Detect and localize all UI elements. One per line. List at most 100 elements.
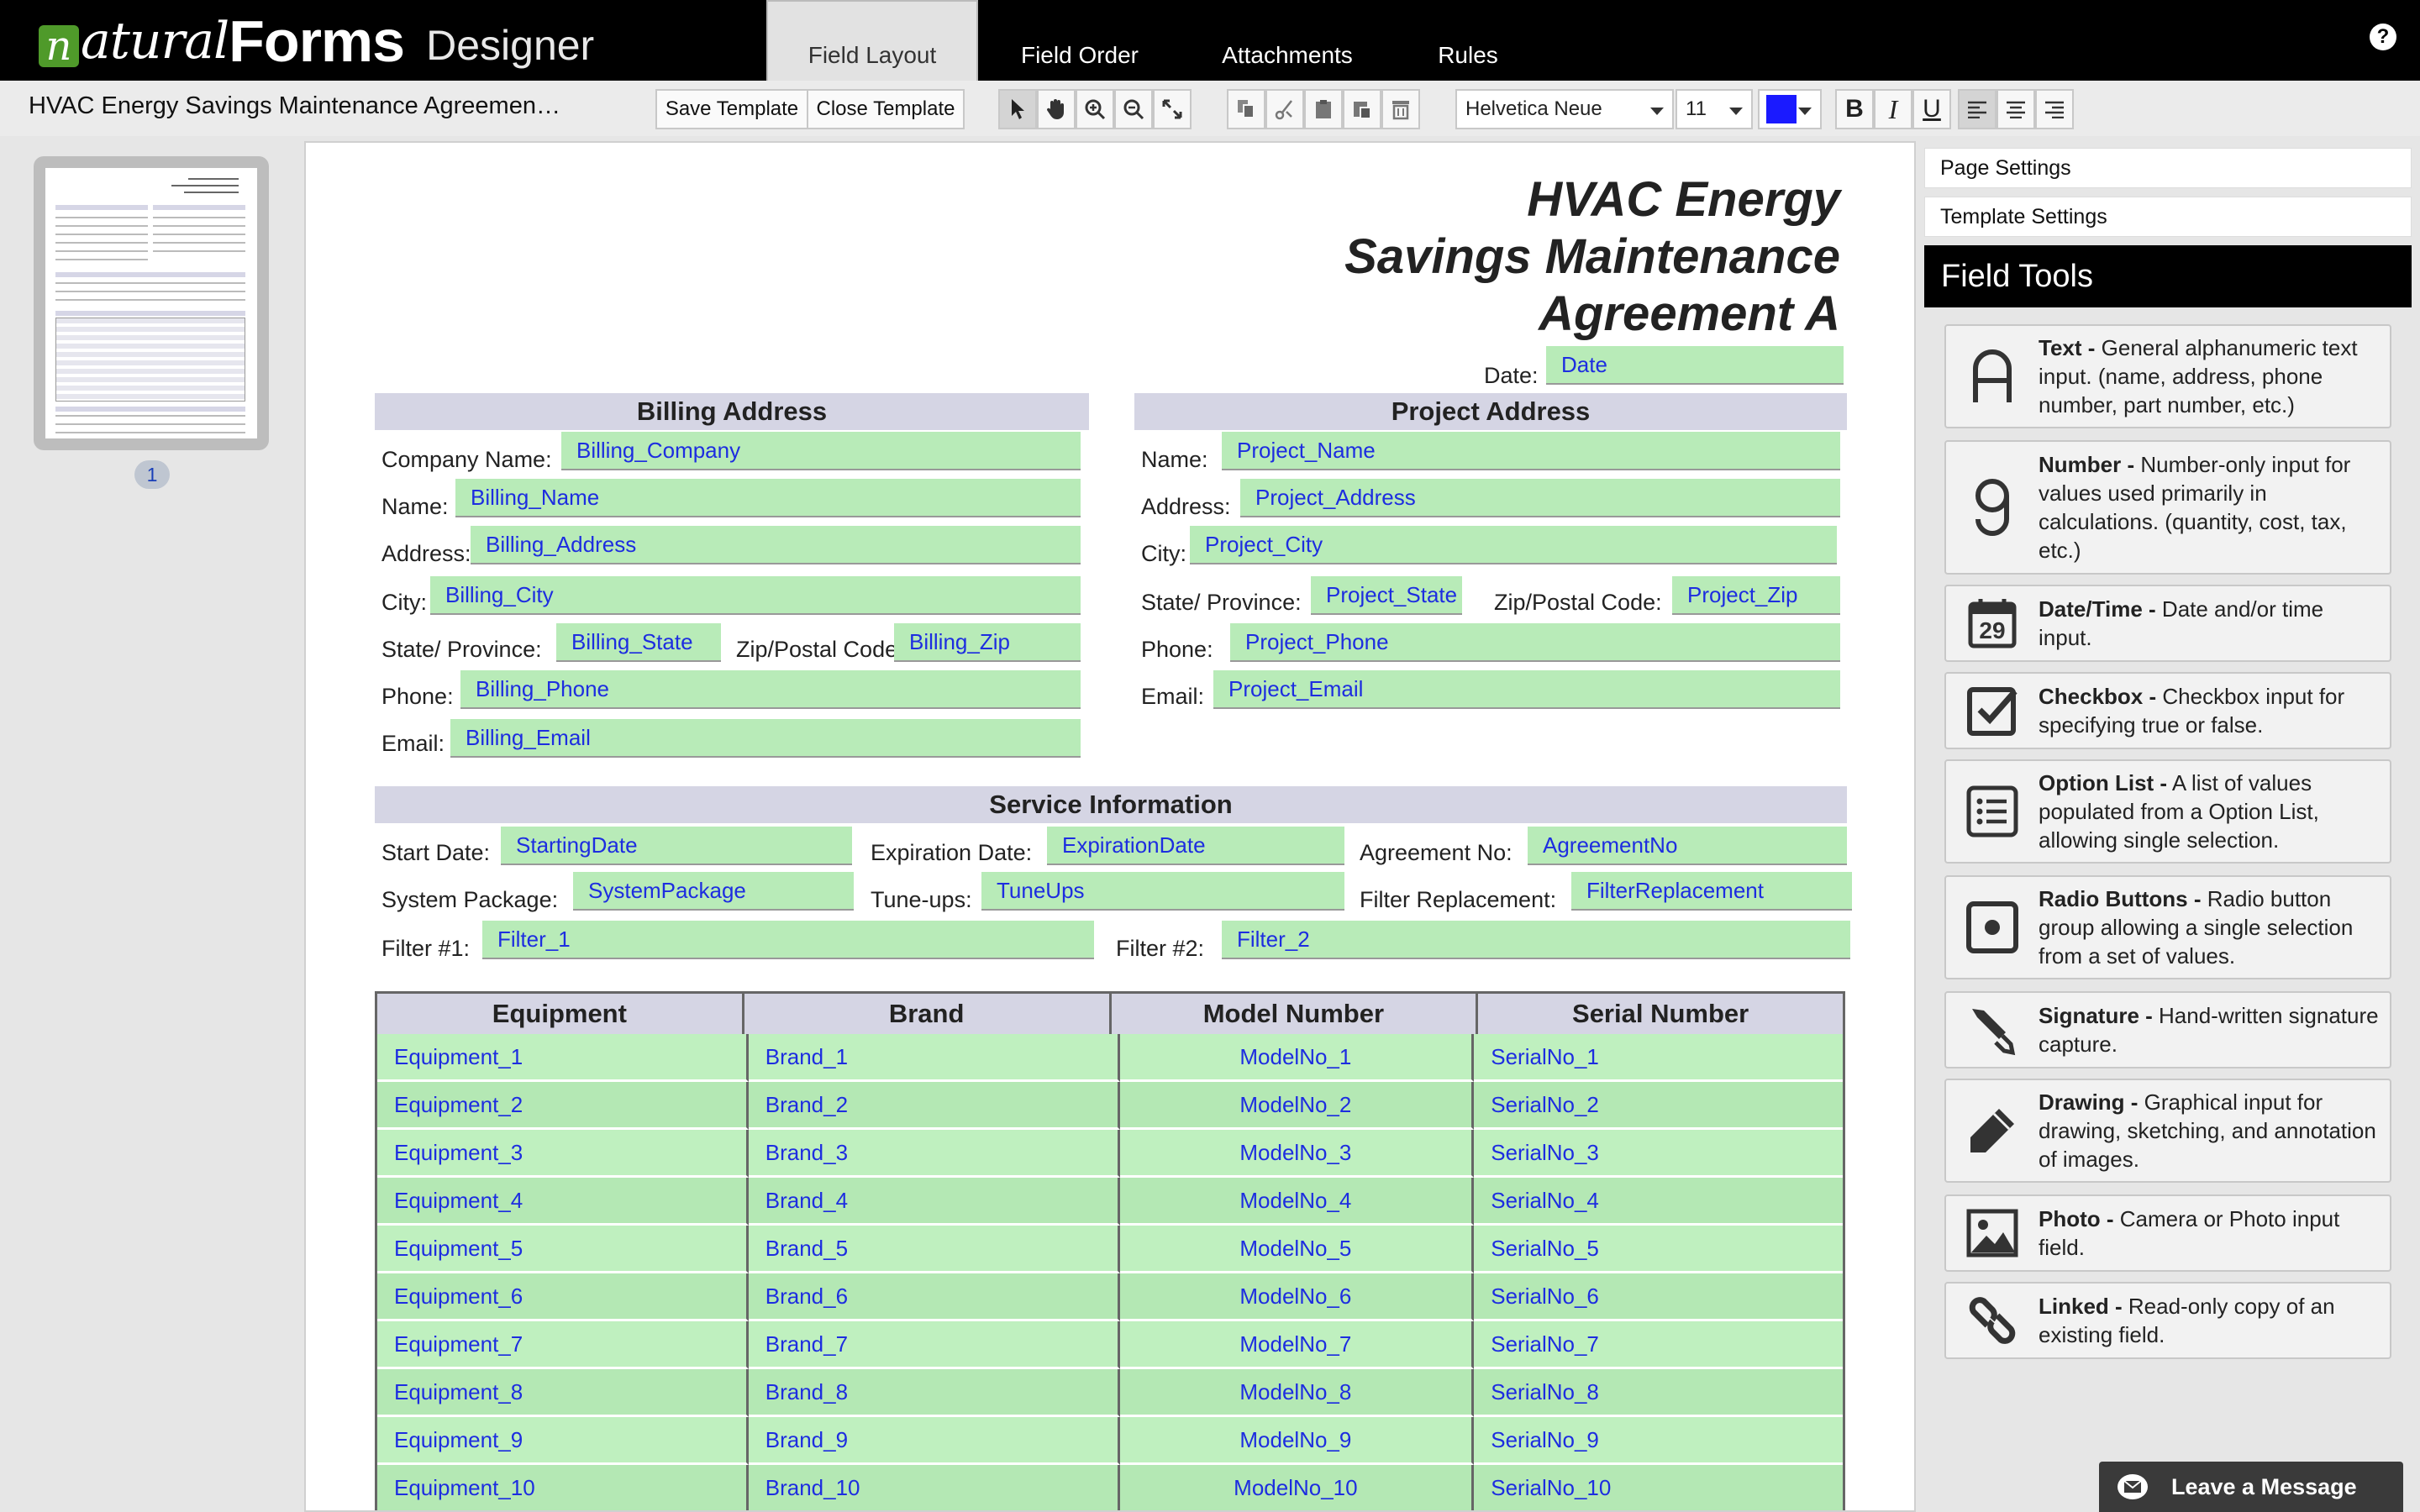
- tab-field-order[interactable]: Field Order: [1000, 0, 1160, 81]
- model-number-cell-field[interactable]: ModelNo_1: [1119, 1034, 1475, 1082]
- option-list-field-tool[interactable]: Option List - A list of values populated…: [1944, 759, 2391, 864]
- text-field-tool[interactable]: Text - General alphanumeric text input. …: [1944, 324, 2391, 428]
- page-thumbnail[interactable]: [34, 156, 269, 450]
- serial-number-cell-field[interactable]: SerialNo_8: [1474, 1369, 1843, 1417]
- equipment-cell-field[interactable]: Equipment_2: [377, 1082, 749, 1130]
- text-color-picker[interactable]: [1758, 89, 1822, 129]
- system-package-field[interactable]: SystemPackage: [573, 872, 854, 911]
- model-number-cell-field[interactable]: ModelNo_5: [1119, 1226, 1475, 1273]
- project-address-field[interactable]: Project_Address: [1240, 479, 1840, 517]
- serial-number-cell-field[interactable]: SerialNo_5: [1474, 1226, 1843, 1273]
- model-number-cell-field[interactable]: ModelNo_4: [1119, 1178, 1475, 1226]
- bold-icon[interactable]: B: [1835, 89, 1874, 129]
- brand-cell-field[interactable]: Brand_4: [748, 1178, 1120, 1226]
- billing-email-field[interactable]: Billing_Email: [450, 719, 1081, 758]
- page-settings-button[interactable]: Page Settings: [1924, 148, 2412, 188]
- naturalforms-logo[interactable]: n atural Forms Designer: [39, 5, 594, 77]
- filter-replacement-field[interactable]: FilterReplacement: [1571, 872, 1852, 911]
- equipment-cell-field[interactable]: Equipment_1: [377, 1034, 749, 1082]
- delete-icon[interactable]: [1381, 89, 1420, 129]
- brand-cell-field[interactable]: Brand_10: [748, 1465, 1120, 1510]
- form-canvas[interactable]: HVAC Energy Savings Maintenance Agreemen…: [304, 141, 1916, 1512]
- fit-page-icon[interactable]: [1153, 89, 1192, 129]
- align-center-icon[interactable]: [1996, 89, 2035, 129]
- project-city-field[interactable]: Project_City: [1190, 526, 1837, 564]
- billing-address-field[interactable]: Billing_Address: [471, 526, 1081, 564]
- datetime-field-tool[interactable]: 29 Date/Time - Date and/or time input.: [1944, 585, 2391, 662]
- serial-number-cell-field[interactable]: SerialNo_3: [1474, 1130, 1843, 1178]
- underline-icon[interactable]: U: [1912, 89, 1951, 129]
- equipment-cell-field[interactable]: Equipment_4: [377, 1178, 749, 1226]
- project-email-field[interactable]: Project_Email: [1213, 670, 1840, 709]
- serial-number-cell-field[interactable]: SerialNo_1: [1474, 1034, 1843, 1082]
- template-settings-button[interactable]: Template Settings: [1924, 197, 2412, 237]
- leave-message-button[interactable]: Leave a Message: [2099, 1462, 2403, 1512]
- close-template-button[interactable]: Close Template: [807, 89, 965, 129]
- serial-number-cell-field[interactable]: SerialNo_7: [1474, 1321, 1843, 1369]
- billing-zip-field[interactable]: Billing_Zip: [894, 623, 1081, 662]
- billing-state-field[interactable]: Billing_State: [556, 623, 721, 662]
- model-number-cell-field[interactable]: ModelNo_9: [1119, 1417, 1475, 1465]
- signature-field-tool[interactable]: Signature - Hand-written signature captu…: [1944, 991, 2391, 1068]
- expiration-date-field[interactable]: ExpirationDate: [1047, 827, 1344, 865]
- equipment-cell-field[interactable]: Equipment_5: [377, 1226, 749, 1273]
- help-icon[interactable]: ?: [2370, 24, 2396, 50]
- project-state-field[interactable]: Project_State: [1311, 576, 1462, 615]
- project-phone-field[interactable]: Project_Phone: [1230, 623, 1840, 662]
- pan-hand-icon[interactable]: [1037, 89, 1076, 129]
- radio-buttons-field-tool[interactable]: Radio Buttons - Radio button group allow…: [1944, 875, 2391, 979]
- model-number-cell-field[interactable]: ModelNo_3: [1119, 1130, 1475, 1178]
- model-number-cell-field[interactable]: ModelNo_2: [1119, 1082, 1475, 1130]
- brand-cell-field[interactable]: Brand_3: [748, 1130, 1120, 1178]
- agreement-no-field[interactable]: AgreementNo: [1528, 827, 1847, 865]
- pointer-icon[interactable]: [998, 89, 1037, 129]
- serial-number-cell-field[interactable]: SerialNo_10: [1474, 1465, 1843, 1510]
- number-field-tool[interactable]: Number - Number-only input for values us…: [1944, 440, 2391, 575]
- serial-number-cell-field[interactable]: SerialNo_2: [1474, 1082, 1843, 1130]
- brand-cell-field[interactable]: Brand_8: [748, 1369, 1120, 1417]
- equipment-cell-field[interactable]: Equipment_7: [377, 1321, 749, 1369]
- serial-number-cell-field[interactable]: SerialNo_4: [1474, 1178, 1843, 1226]
- brand-cell-field[interactable]: Brand_9: [748, 1417, 1120, 1465]
- filter-1-field[interactable]: Filter_1: [482, 921, 1094, 959]
- brand-cell-field[interactable]: Brand_5: [748, 1226, 1120, 1273]
- date-field[interactable]: Date: [1546, 346, 1844, 385]
- zoom-out-icon[interactable]: [1114, 89, 1153, 129]
- tab-rules[interactable]: Rules: [1420, 0, 1516, 81]
- font-size-select[interactable]: 11: [1676, 89, 1753, 129]
- equipment-cell-field[interactable]: Equipment_6: [377, 1273, 749, 1321]
- model-number-cell-field[interactable]: ModelNo_6: [1119, 1273, 1475, 1321]
- tab-field-layout[interactable]: Field Layout: [766, 0, 978, 81]
- copy-icon[interactable]: [1227, 89, 1265, 129]
- brand-cell-field[interactable]: Brand_1: [748, 1034, 1120, 1082]
- italic-icon[interactable]: I: [1874, 89, 1912, 129]
- paste-special-icon[interactable]: [1343, 89, 1381, 129]
- align-left-icon[interactable]: [1958, 89, 1996, 129]
- project-name-field[interactable]: Project_Name: [1222, 432, 1840, 470]
- align-right-icon[interactable]: [2035, 89, 2074, 129]
- billing-name-field[interactable]: Billing_Name: [455, 479, 1081, 517]
- brand-cell-field[interactable]: Brand_6: [748, 1273, 1120, 1321]
- brand-cell-field[interactable]: Brand_7: [748, 1321, 1120, 1369]
- equipment-cell-field[interactable]: Equipment_8: [377, 1369, 749, 1417]
- font-family-select[interactable]: Helvetica Neue: [1455, 89, 1674, 129]
- zoom-in-icon[interactable]: [1076, 89, 1114, 129]
- serial-number-cell-field[interactable]: SerialNo_6: [1474, 1273, 1843, 1321]
- equipment-cell-field[interactable]: Equipment_10: [377, 1465, 749, 1510]
- tab-attachments[interactable]: Attachments: [1210, 0, 1365, 81]
- checkbox-field-tool[interactable]: Checkbox - Checkbox input for specifying…: [1944, 672, 2391, 749]
- page-number-badge[interactable]: 1: [134, 460, 170, 489]
- equipment-cell-field[interactable]: Equipment_3: [377, 1130, 749, 1178]
- tune-ups-field[interactable]: TuneUps: [981, 872, 1344, 911]
- model-number-cell-field[interactable]: ModelNo_10: [1119, 1465, 1475, 1510]
- model-number-cell-field[interactable]: ModelNo_7: [1119, 1321, 1475, 1369]
- linked-field-tool[interactable]: Linked - Read-only copy of an existing f…: [1944, 1282, 2391, 1359]
- paste-icon[interactable]: [1304, 89, 1343, 129]
- save-template-button[interactable]: Save Template: [655, 89, 808, 129]
- project-zip-field[interactable]: Project_Zip: [1672, 576, 1840, 615]
- serial-number-cell-field[interactable]: SerialNo_9: [1474, 1417, 1843, 1465]
- billing-company-field[interactable]: Billing_Company: [561, 432, 1081, 470]
- cut-icon[interactable]: [1265, 89, 1304, 129]
- brand-cell-field[interactable]: Brand_2: [748, 1082, 1120, 1130]
- equipment-cell-field[interactable]: Equipment_9: [377, 1417, 749, 1465]
